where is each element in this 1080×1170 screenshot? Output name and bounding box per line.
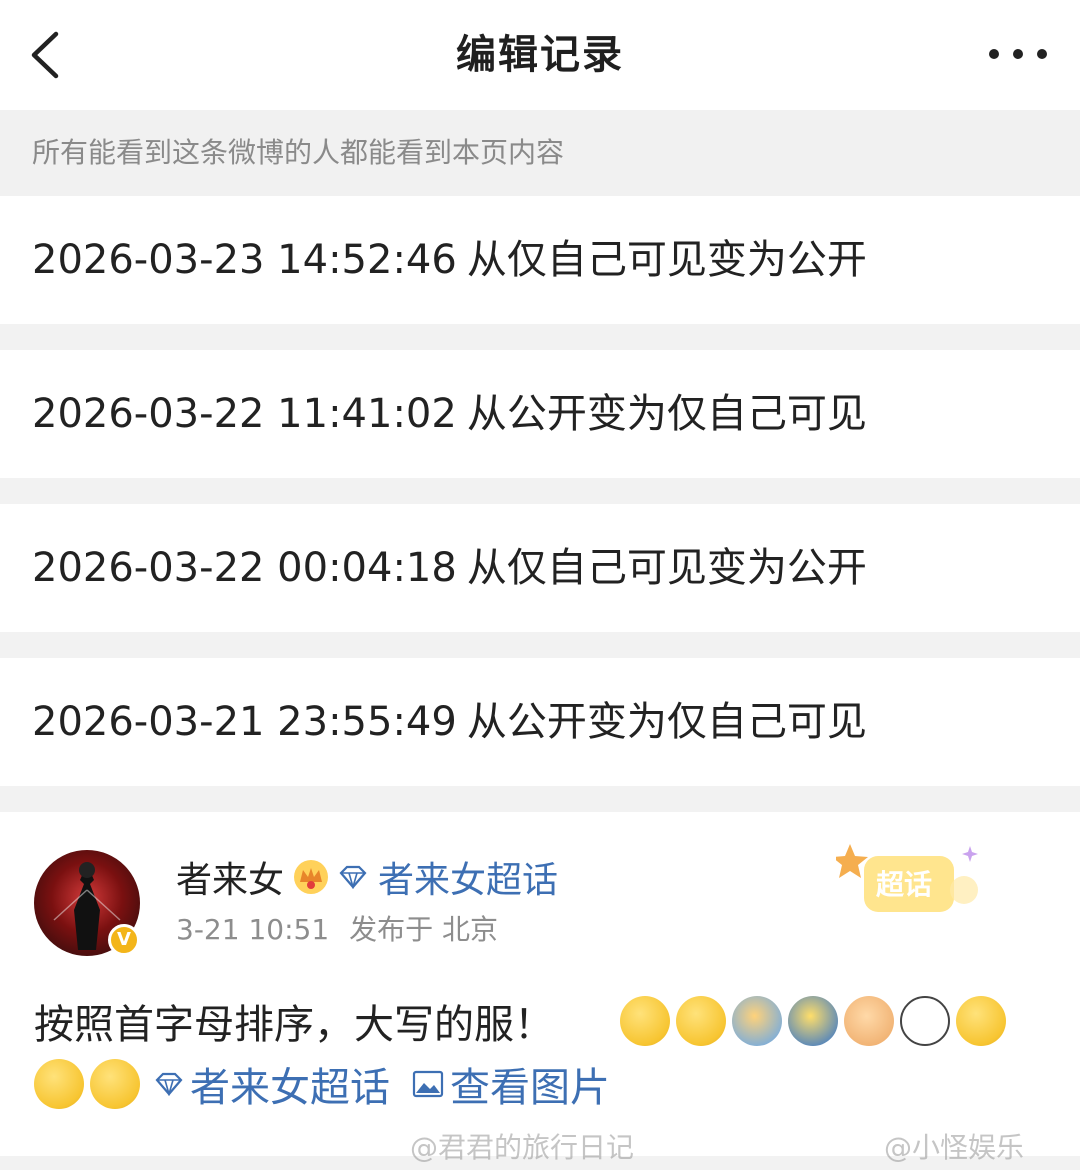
diamond-icon [155,1072,183,1096]
edit-record-item: 2026-03-21 23:55:49 从公开变为仅自己可见 [0,658,1080,786]
thinking-emoji [956,996,1006,1046]
supertopic-sticker: 超话 [836,844,978,912]
record-time: 2026-03-22 00:04:18 [32,545,457,591]
clap-hands-emoji [844,996,894,1046]
author-row: 者来女 者来女超话 [176,852,558,902]
visibility-notice: 所有能看到这条微博的人都能看到本页内容 [0,110,1080,196]
push-emoji [788,996,838,1046]
edit-record-item: 2026-03-22 00:04:18 从仅自己可见变为公开 [0,504,1080,632]
post-time: 3-21 10:51 [176,913,330,946]
view-image-link[interactable]: 查看图片 [450,1055,610,1113]
post-text: 按照首字母排序，大写的服！ [34,1002,554,1048]
record-time: 2026-03-23 14:52:46 [32,237,457,283]
cat-emoji [900,996,950,1046]
edit-record-item: 2026-03-23 14:52:46 从仅自己可见变为公开 [0,196,1080,324]
crown-icon [294,860,329,894]
record-time: 2026-03-21 23:55:49 [32,699,457,745]
emoji-row [620,996,1006,1046]
supertopic-link[interactable]: 者来女超话 [378,851,558,903]
sticker-label: 超话 [876,868,932,901]
post-text-line2: 者来女超话 查看图片 [34,1056,610,1112]
raise-hand-emoji [732,996,782,1046]
post-card: V 者来女 者来女超话 3-21 10:51 发布于 北京 超话 按照首字母排序，… [0,812,1080,1156]
top-bar: 编辑记录 [0,0,1080,110]
author-name[interactable]: 者来女 [176,851,284,903]
supertopic-inline-link[interactable]: 者来女超话 [190,1055,390,1113]
more-horizontal-icon[interactable] [986,44,1050,64]
record-action: 从仅自己可见变为公开 [466,237,867,283]
record-action: 从公开变为仅自己可见 [466,391,867,437]
dizzy-emoji [34,1059,84,1109]
record-time: 2026-03-22 11:41:02 [32,391,457,437]
dizzy-emoji [90,1059,140,1109]
record-action: 从仅自己可见变为公开 [466,545,867,591]
page-title: 编辑记录 [456,32,624,78]
post-meta: 3-21 10:51 发布于 北京 [176,908,498,948]
watermark: @君君的旅行日记 [410,1131,635,1164]
edit-record-item: 2026-03-22 11:41:02 从公开变为仅自己可见 [0,350,1080,478]
image-icon [412,1070,444,1098]
diamond-icon [339,865,367,889]
laugh-cry-emoji [676,996,726,1046]
verified-badge: V [108,924,140,956]
watermark: @小怪娱乐 [884,1131,1025,1164]
post-location: 发布于 北京 [349,913,499,946]
record-action: 从公开变为仅自己可见 [466,699,867,745]
cover-mouth-emoji [620,996,670,1046]
